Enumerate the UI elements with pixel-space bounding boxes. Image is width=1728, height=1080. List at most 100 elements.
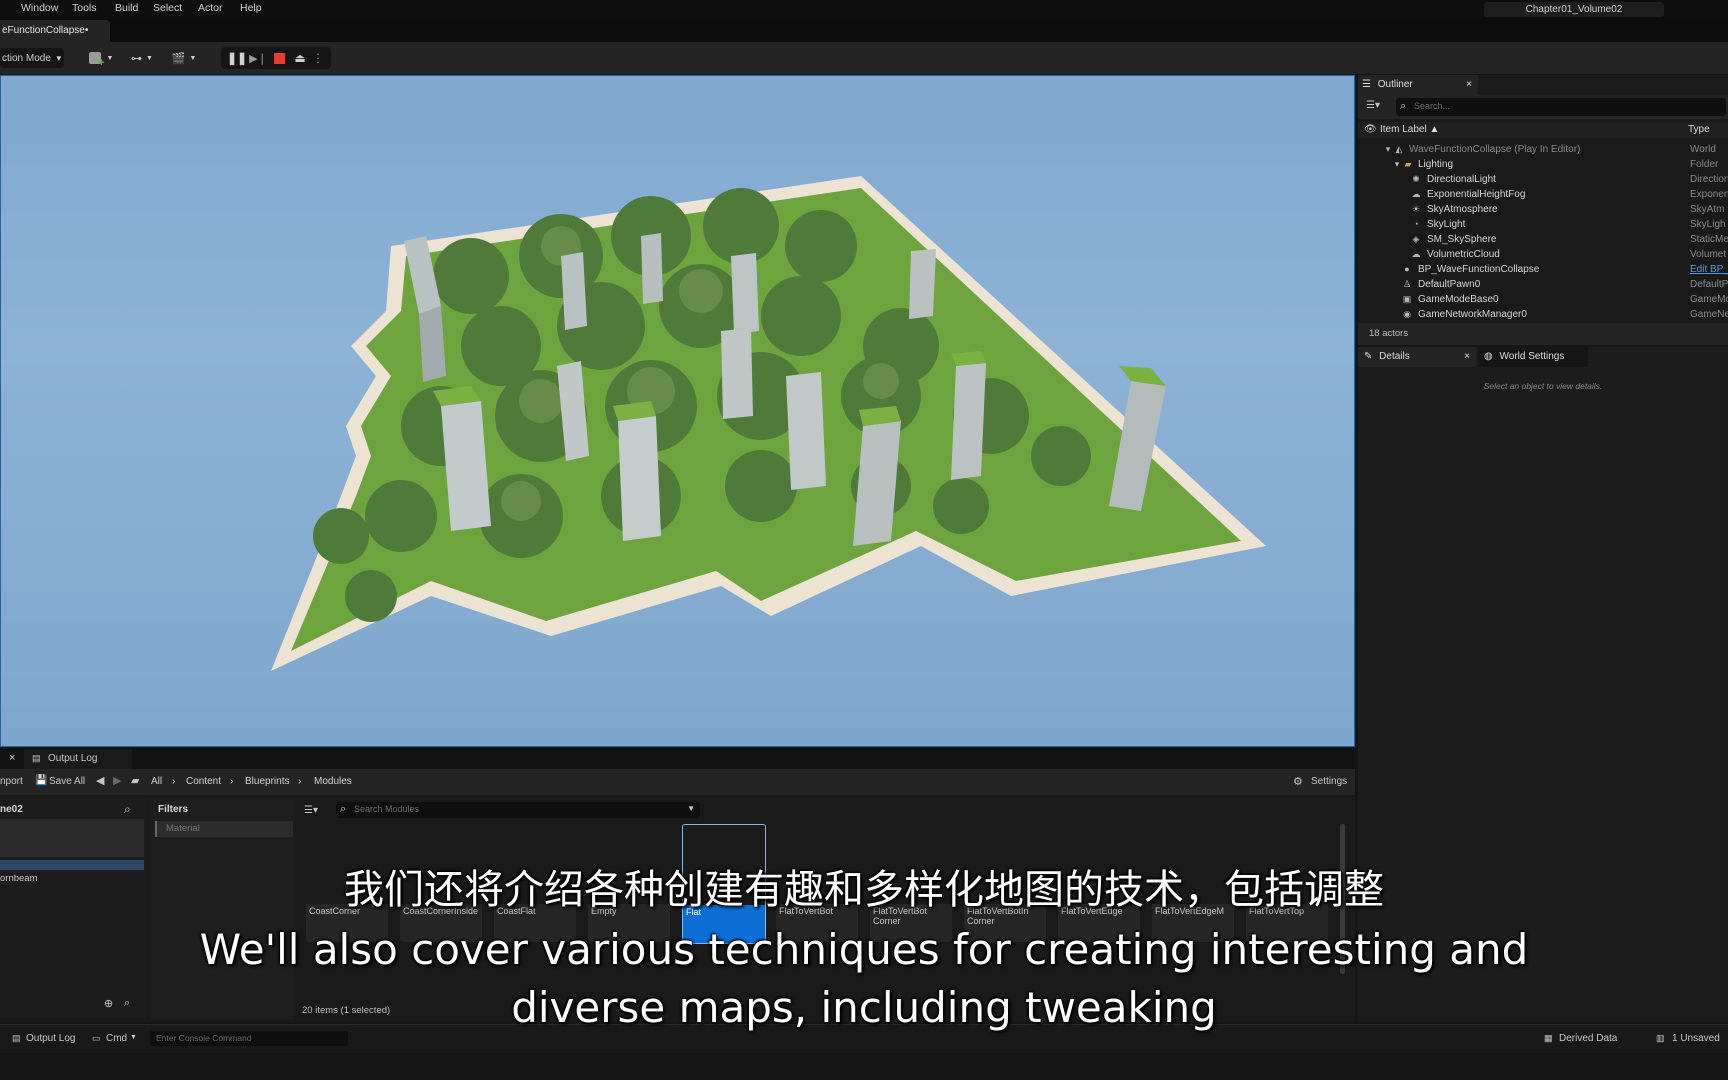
tree-row-label: SM_SkySphere [1427,234,1497,245]
blueprint-button[interactable]: ⊶ ▼ [127,48,157,68]
outliner-panel: ☰ Outliner × ☰▾ ⌕ Search... 👁 Item Label… [1358,75,1728,345]
column-item-label[interactable]: Item Label ▲ [1380,124,1439,135]
content-browser-tabbar: × ▤ Output Log [0,749,1355,769]
database-icon: ▦ [1544,1033,1553,1043]
tab-outliner[interactable]: ☰ Outliner × [1358,75,1478,95]
search-icon[interactable]: ⌕ [124,802,131,817]
tree-row-label: SkyAtmosphere [1427,204,1498,215]
log-icon: ▤ [12,1033,21,1043]
tree-row-type: Volumet [1690,249,1727,260]
search-icon: ⌕ [340,803,347,815]
breadcrumb-all[interactable]: All [151,776,162,787]
sources-tree-item[interactable] [0,819,144,857]
menu-select[interactable]: Select [153,2,182,14]
tree-row-label: ExponentialHeightFog [1427,189,1526,200]
menu-actor[interactable]: Actor [198,2,223,14]
add-actor-icon: + [88,52,105,69]
settings-button[interactable]: Settings [1311,776,1347,787]
tree-row-game-mode[interactable]: ▣ GameModeBase0 GameMo [1358,292,1728,307]
collapse-arrow-icon[interactable]: ▾ [1392,159,1402,169]
tree-row-lighting[interactable]: ▾ ▰ Lighting Folder [1358,157,1728,172]
search-icon: ⌕ [1400,100,1407,112]
blueprint-icon: ⊶ [131,52,143,65]
breadcrumb-blueprints[interactable]: Blueprints [245,776,289,787]
chevron-down-icon[interactable]: ▼ [687,804,695,813]
tree-row-sky-light[interactable]: ◔ SkyLight SkyLigh [1358,217,1728,232]
pause-button[interactable]: ❚❚ [227,49,247,67]
tree-row-world[interactable]: ▾ ◭ WaveFunctionCollapse (Play In Editor… [1358,142,1728,157]
breadcrumb-modules[interactable]: Modules [314,776,352,787]
chevron-down-icon: ▼ [189,54,197,62]
more-options-button[interactable]: ⋮ [312,49,324,67]
menu-help[interactable]: Help [240,2,262,14]
filter-icon[interactable]: ☰▾ [1366,100,1380,111]
search-placeholder: Search... [1414,101,1451,111]
breadcrumb-content[interactable]: Content [186,776,221,787]
tab-details[interactable]: ✎ Details × [1358,347,1476,367]
chevron-down-icon: ▼ [106,54,114,62]
import-button[interactable]: nport [0,776,23,787]
sun-icon: ✺ [1412,174,1420,184]
eject-button[interactable]: ⏏ [292,49,308,67]
editor-mode-dropdown[interactable]: ction Mode ▼ [0,48,64,68]
column-type[interactable]: Type [1688,124,1710,135]
folder-icon[interactable]: ▰ [131,774,139,787]
edit-blueprint-link[interactable]: Edit BP_ [1690,262,1728,277]
outliner-search-input[interactable]: ⌕ Search... [1396,98,1726,116]
add-actor-button[interactable]: + ▼ [86,48,116,69]
details-tab-label: Details [1379,351,1410,362]
menu-window[interactable]: Window [21,2,58,14]
actor-count: 18 actors [1369,328,1409,339]
visibility-eye-icon[interactable]: 👁 [1364,124,1377,135]
console-placeholder: Enter Console Command [156,1033,252,1043]
scene-render [271,176,1266,671]
level-document-tab[interactable]: eFunctionCollapse• [0,20,110,42]
menu-tools[interactable]: Tools [72,2,97,14]
tree-row-type: GameMo [1690,294,1728,305]
menu-build[interactable]: Build [115,2,138,14]
output-log-status-label: Output Log [26,1033,76,1044]
tree-row-sky-atmosphere[interactable]: ☀ SkyAtmosphere SkyAtm [1358,202,1728,217]
level-name-badge: Chapter01_Volume02 [1484,2,1664,17]
tree-row-type: SkyLigh [1690,219,1726,230]
pawn-icon: ♙ [1402,279,1412,289]
console-command-input[interactable]: Enter Console Command [150,1031,348,1046]
level-viewport[interactable] [0,75,1355,747]
tree-row-sky-sphere[interactable]: ◈ SM_SkySphere StaticMe [1358,232,1728,247]
close-icon[interactable]: × [1466,75,1472,95]
pencil-icon: ✎ [1364,351,1373,362]
tree-row-directional-light[interactable]: ✺ DirectionalLight Direction [1358,172,1728,187]
network-icon: ◉ [1403,309,1411,319]
tree-row-type: GameNe [1690,309,1728,320]
tree-row-height-fog[interactable]: ☁ ExponentialHeightFog Exponen [1358,187,1728,202]
filter-chip-material[interactable]: Material [155,821,293,837]
forward-icon[interactable]: ▶ [113,774,121,787]
save-all-button[interactable]: Save All [49,776,85,787]
back-icon[interactable]: ◀ [96,774,104,787]
tree-row-label: GameModeBase0 [1418,294,1499,305]
details-empty-hint: Select an object to view details. [1483,381,1603,391]
step-button[interactable]: ▶❘ [249,49,267,67]
cinematics-button[interactable]: 🎬 ▼ [169,48,199,68]
chevron-down-icon: ▼ [54,53,63,63]
content-browser-toolbar: nport 💾 Save All ◀ ▶ ▰ All › Content › B… [0,769,1355,795]
tab-world-settings[interactable]: ◍ World Settings [1478,347,1588,367]
outliner-footer: 18 actors [1358,323,1728,345]
close-icon[interactable]: × [1464,347,1470,367]
tree-row-default-pawn[interactable]: ♙ DefaultPawn0 DefaultP [1358,277,1728,292]
collapse-arrow-icon[interactable]: ▾ [1383,144,1393,154]
filter-icon[interactable]: ☰▾ [304,805,318,816]
terminal-icon: ▭ [92,1033,101,1043]
outliner-toolbar: ☰▾ ⌕ Search... [1358,95,1728,119]
globe-icon: ◍ [1484,351,1493,362]
stop-button[interactable] [271,49,287,67]
close-icon[interactable]: × [9,752,15,764]
tab-output-log[interactable]: ▤ Output Log [24,749,132,769]
tree-row-bp-wave-function[interactable]: ● BP_WaveFunctionCollapse Edit BP_ [1358,262,1728,277]
gear-icon: ⚙ [1293,776,1303,788]
tree-row-volumetric-cloud[interactable]: ☁ VolumetricCloud Volumet [1358,247,1728,262]
asset-search-input[interactable]: ⌕ Search Modules ▼ [336,802,700,818]
tree-row-label: SkyLight [1427,219,1466,230]
step-forward-icon: ▶❘ [249,52,267,65]
tree-row-network-manager[interactable]: ◉ GameNetworkManager0 GameNe [1358,307,1728,322]
